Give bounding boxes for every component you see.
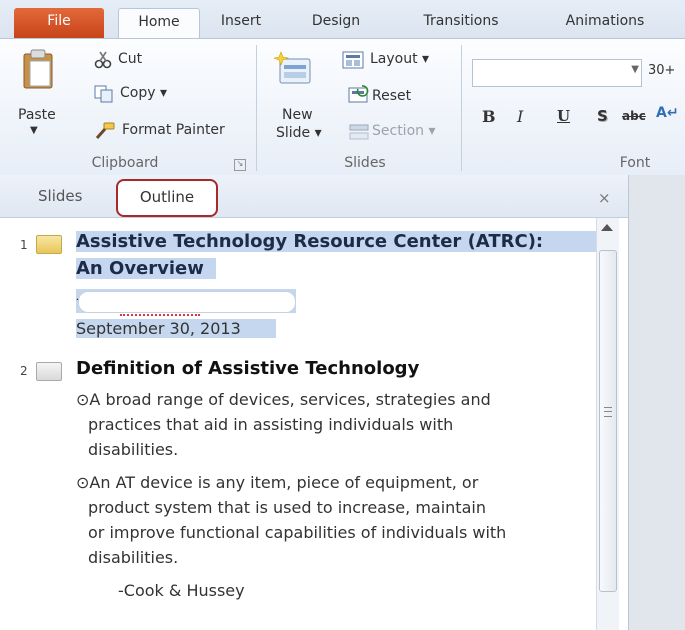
slide-number: 1	[20, 238, 28, 252]
bullet-2-line-4[interactable]: disabilities.	[88, 548, 178, 567]
slide-number: 2	[20, 364, 28, 378]
ribbon-separator	[256, 45, 257, 171]
slide-editing-area[interactable]	[629, 175, 685, 630]
spelling-error-underline	[120, 311, 200, 316]
bullet-2-line-1[interactable]: ⊙An AT device is any item, piece of equi…	[76, 473, 478, 492]
scroll-grip-icon	[604, 407, 612, 417]
strikethrough-button[interactable]: abc	[622, 109, 646, 123]
layout-button[interactable]: Layout ▾	[370, 51, 429, 67]
clipboard-dialog-launcher-icon[interactable]: ↘	[234, 159, 246, 171]
font-size-field[interactable]: 30+	[648, 63, 675, 78]
slides-outline-pane: Slides Outline × 1 Assistive Technology …	[0, 175, 629, 630]
scroll-up-arrow-icon[interactable]	[601, 224, 613, 231]
bullet-1-line-3[interactable]: disabilities.	[88, 440, 178, 459]
reset-icon	[348, 85, 369, 103]
bullet-2-line-3[interactable]: or improve functional capabilities of in…	[88, 523, 506, 542]
tab-design[interactable]: Design	[292, 8, 380, 38]
ribbon-separator	[461, 45, 462, 171]
tab-insert[interactable]: Insert	[204, 8, 278, 38]
layout-icon	[342, 51, 364, 69]
font-group-label: Font	[619, 155, 651, 171]
slides-group-label: Slides	[344, 155, 386, 171]
clipboard-group-label: Clipboard	[91, 155, 159, 171]
slide-thumbnail-icon[interactable]	[36, 235, 62, 254]
new-slide-label-2: Slide ▾	[276, 125, 322, 141]
new-slide-label-1: New	[282, 107, 313, 123]
bullet-2-line-2[interactable]: product system that is used to increase,…	[88, 498, 486, 517]
citation-text[interactable]: -Cook & Hussey	[118, 581, 245, 600]
tab-file[interactable]: File	[14, 8, 104, 38]
scrollbar-thumb[interactable]	[599, 250, 617, 592]
slide-1-date[interactable]: September 30, 2013	[76, 319, 276, 338]
tab-home[interactable]: Home	[118, 8, 200, 39]
slide-1-title-line-1[interactable]: Assistive Technology Resource Center (AT…	[76, 231, 597, 252]
bullet-1-line-1[interactable]: ⊙A broad range of devices, services, str…	[76, 390, 491, 409]
cut-button[interactable]: Cut	[118, 51, 142, 67]
close-pane-icon[interactable]: ×	[598, 189, 611, 207]
font-name-dropdown-icon[interactable]: ▼	[631, 64, 639, 75]
copy-button[interactable]: Copy ▾	[120, 85, 167, 101]
italic-button[interactable]: I	[517, 107, 523, 126]
new-slide-icon	[274, 51, 311, 84]
font-name-combobox[interactable]: ▼	[472, 59, 642, 87]
bullet-1-line-2[interactable]: practices that aid in assisting individu…	[88, 415, 453, 434]
tab-slides[interactable]: Slides	[38, 187, 82, 205]
tab-outline[interactable]: Outline	[116, 179, 218, 217]
reset-button[interactable]: Reset	[372, 88, 411, 104]
character-spacing-icon[interactable]: A↵	[656, 105, 679, 121]
redacted-text-field	[78, 291, 296, 313]
slide-thumbnail-icon[interactable]	[36, 362, 62, 381]
vertical-scrollbar[interactable]	[596, 218, 619, 630]
text-shadow-button[interactable]: S	[597, 107, 608, 125]
format-painter-icon	[95, 122, 115, 139]
pane-tab-bar: Slides Outline ×	[0, 175, 628, 218]
underline-button[interactable]: U	[557, 107, 570, 125]
format-painter-button[interactable]: Format Painter	[122, 122, 225, 138]
clipboard-paste-icon	[23, 49, 53, 89]
paste-label: Paste	[18, 107, 56, 123]
bold-button[interactable]: B	[482, 107, 496, 126]
ribbon-tab-row: File Home Insert Design Transitions Anim…	[0, 0, 685, 39]
section-icon	[349, 124, 369, 140]
tab-transitions[interactable]: Transitions	[396, 8, 526, 38]
slide-2-title[interactable]: Definition of Assistive Technology	[76, 358, 419, 379]
tab-animations[interactable]: Animations	[540, 8, 670, 38]
copy-icon	[94, 85, 113, 103]
paste-dropdown-icon[interactable]: ▼	[30, 125, 38, 136]
scissors-icon	[94, 51, 112, 69]
section-button[interactable]: Section ▾	[372, 123, 436, 139]
slide-1-title-line-2[interactable]: An Overview	[76, 258, 216, 279]
ribbon: Paste ▼ Cut Copy ▾ Format Painter Clipbo…	[0, 38, 685, 176]
